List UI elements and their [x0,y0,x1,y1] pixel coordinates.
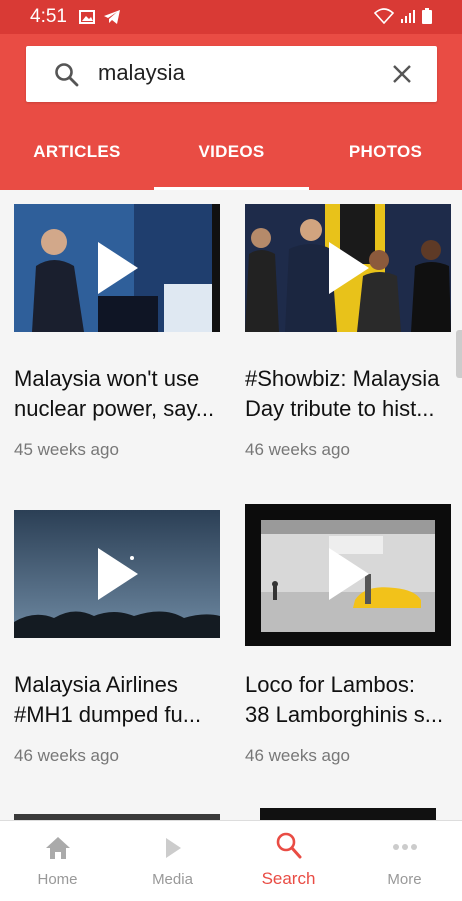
video-timestamp: 46 weeks ago [245,440,350,459]
video-thumbnail [245,204,451,332]
wifi-icon [374,8,394,24]
video-thumbnail-partial [260,808,436,820]
play-icon [329,242,369,294]
play-icon [98,242,138,294]
video-grid: Malaysia won't use nuclear power, say...… [0,190,462,820]
play-icon [165,838,181,858]
tab-photos[interactable]: PHOTOS [309,114,462,190]
video-title: Malaysia won't use nuclear power, say... [14,366,215,421]
tab-videos[interactable]: VIDEOS [154,114,309,190]
video-timestamp: 46 weeks ago [245,746,350,765]
video-thumbnail [245,504,451,646]
video-timestamp: 46 weeks ago [14,746,119,765]
nav-media-label: Media [152,871,193,888]
nav-home-label: Home [37,871,78,888]
scroll-handle[interactable] [456,330,462,378]
video-title: Malaysia Airlines #MH1 dumped fu... [14,672,202,727]
search-query[interactable]: malaysia [98,60,185,86]
nav-media[interactable]: Media [115,821,230,901]
nav-search[interactable]: Search [231,821,346,901]
search-input[interactable]: malaysia [26,46,437,102]
play-icon [98,548,138,600]
video-timestamp: 45 weeks ago [14,440,119,459]
search-icon [276,832,301,859]
video-title: Loco for Lambos: 38 Lamborghinis s... [245,672,444,727]
video-title: #Showbiz: Malaysia Day tribute to hist..… [245,366,440,421]
close-icon[interactable] [391,63,413,85]
battery-icon [422,8,432,24]
signal-icon [401,10,415,23]
bottom-navigation: Home Media Search More [0,820,462,901]
telegram-icon [103,10,120,24]
video-card[interactable]: Malaysia won't use nuclear power, say...… [14,204,220,474]
video-thumbnail [14,204,220,332]
more-dots-icon [392,844,417,850]
gallery-icon [78,10,95,24]
video-thumbnail [14,510,220,638]
tab-articles[interactable]: ARTICLES [0,114,154,190]
search-icon [55,63,79,87]
video-card[interactable]: #Showbiz: Malaysia Day tribute to hist..… [245,204,451,474]
video-card[interactable]: Loco for Lambos: 38 Lamborghinis s... 46… [245,504,451,780]
play-icon [329,548,369,600]
status-bar: 4:51 [0,0,462,34]
status-time: 4:51 [30,6,67,27]
nav-search-label: Search [261,869,316,888]
tab-bar: ARTICLES VIDEOS PHOTOS [0,114,462,190]
nav-more-label: More [387,871,422,888]
video-card[interactable]: Malaysia Airlines #MH1 dumped fu... 46 w… [14,510,220,780]
home-icon [45,837,70,859]
nav-more[interactable]: More [347,821,462,901]
app-header: malaysia ARTICLES VIDEOS PHOTOS [0,34,462,190]
nav-home[interactable]: Home [0,821,115,901]
